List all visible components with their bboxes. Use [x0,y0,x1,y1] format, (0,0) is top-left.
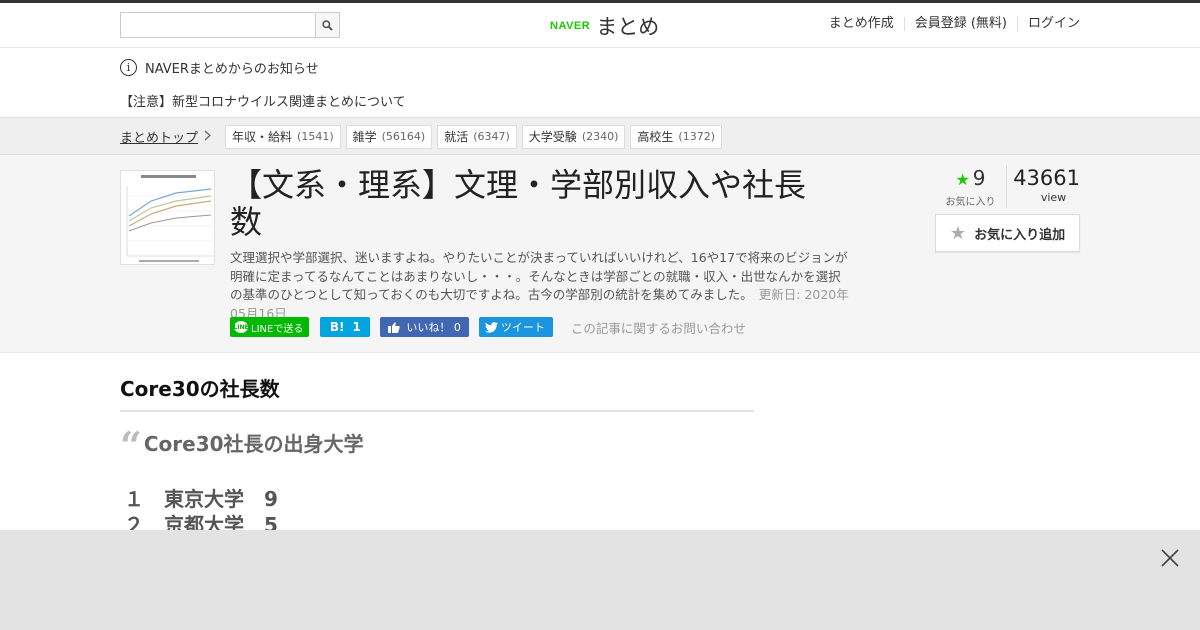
search-icon [322,19,333,31]
tag-trivia[interactable]: 雑学 (56164) [345,124,433,149]
thumbs-up-icon [388,321,401,333]
line-icon: LINE [233,321,249,333]
quote-icon: “ [120,423,142,468]
view-stat: 43661 view [1007,165,1080,208]
tag-job-hunting[interactable]: 就活 (6347) [437,124,517,149]
search-input[interactable] [120,12,315,38]
contact-link[interactable]: この記事に関するお問い合わせ [571,318,746,337]
view-label: view [1040,191,1067,204]
notice-title: i NAVERまとめからのお知らせ [120,58,319,77]
article-thumbnail[interactable] [120,170,215,265]
tag-count: (1372) [678,130,715,143]
tag-count: (2340) [581,130,619,143]
hatena-count: 1 [352,320,361,334]
create-matome-link[interactable]: まとめ作成 [819,17,904,31]
login-link[interactable]: ログイン [1016,17,1080,31]
tag-salary[interactable]: 年収・給料 (1541) [225,124,341,149]
facebook-like-label: いいね！ 0 [406,321,461,334]
article-header: 【文系・理系】文理・学部別収入や社長数 文理選択や学部選択、迷いますよね。やりた… [0,155,1200,353]
search-box [120,12,340,38]
tag-count: (56164) [381,130,426,143]
description-text: 文理選択や学部選択、迷いますよね。やりたいことが決まっていればいいけれど、16や… [230,250,848,302]
register-link[interactable]: 会員登録 (無料) [903,17,1017,31]
hatena-icon: B! [329,320,345,334]
search-button[interactable] [315,12,340,38]
view-count: 43661 [1013,166,1080,190]
tag-label: 就活 [444,130,469,144]
tag-count: (6347) [473,130,510,143]
quote-title: Core30社長の出身大学 [143,432,364,456]
tweet-label: ツイート [500,321,545,334]
tweet-button[interactable]: ツイート [478,317,553,337]
article-stats: ★ 9 お気に入り 43661 view [935,165,1080,208]
article-description: 文理選択や学部選択、迷いますよね。やりたいことが決まっていればいいけれど、16や… [230,249,850,323]
tag-entrance-exam[interactable]: 大学受験 (2340) [521,124,626,149]
share-buttons: LINE LINEで送る B! 1 いいね！ 0 ツイート この記事に関するお問… [230,317,746,337]
close-icon [1161,549,1179,567]
close-overlay-button[interactable] [1160,548,1180,568]
info-icon: i [120,59,137,76]
header-nav: まとめ作成 会員登録 (無料) ログイン [819,17,1080,31]
chevron-right-icon [204,130,211,144]
add-favorite-label: お気に入り追加 [974,227,1066,243]
site-header: NAVER まとめ まとめ作成 会員登録 (無料) ログイン [0,3,1200,48]
facebook-like-button[interactable]: いいね！ 0 [380,317,469,337]
tag-label: 高校生 [637,130,674,144]
tag-label: 年収・給料 [232,130,293,144]
ranking-item: １ 東京大学 9 [124,487,278,511]
notice-title-text: NAVERまとめからのお知らせ [145,62,319,77]
tag-count: (1541) [297,130,334,143]
breadcrumb-top-link[interactable]: まとめトップ [120,127,198,146]
ad-overlay [0,530,1200,630]
star-outline-icon: ★ [949,222,967,244]
site-logo[interactable]: NAVER まとめ [550,11,659,41]
section-heading: Core30の社長数 [120,373,754,412]
line-share-label: LINEで送る [251,323,304,335]
notice-link[interactable]: 【注意】新型コロナウイルス関連まとめについて [120,91,406,110]
notice-area: i NAVERまとめからのお知らせ 【注意】新型コロナウイルス関連まとめについて [0,48,1200,118]
favorite-stat: ★ 9 お気に入り [935,165,1007,208]
favorite-count: 9 [972,166,986,190]
article-title: 【文系・理系】文理・学部別収入や社長数 [230,166,807,241]
star-icon: ★ [955,170,970,189]
add-favorite-button[interactable]: ★ お気に入り追加 [935,214,1080,252]
twitter-bird-icon [484,321,498,333]
line-share-button[interactable]: LINE LINEで送る [230,317,310,337]
tag-label: 雑学 [352,130,377,144]
quote-block: “ Core30社長の出身大学 [120,423,364,468]
logo-naver: NAVER [550,20,591,32]
logo-matome: まとめ [596,15,660,39]
hatena-bookmark-button[interactable]: B! 1 [320,317,371,337]
favorite-label: お気に入り [945,197,996,208]
breadcrumb: まとめトップ 年収・給料 (1541) 雑学 (56164) 就活 (6347) 大学… [0,118,1200,155]
tag-high-school[interactable]: 高校生 (1372) [630,124,722,149]
tag-label: 大学受験 [528,130,577,144]
